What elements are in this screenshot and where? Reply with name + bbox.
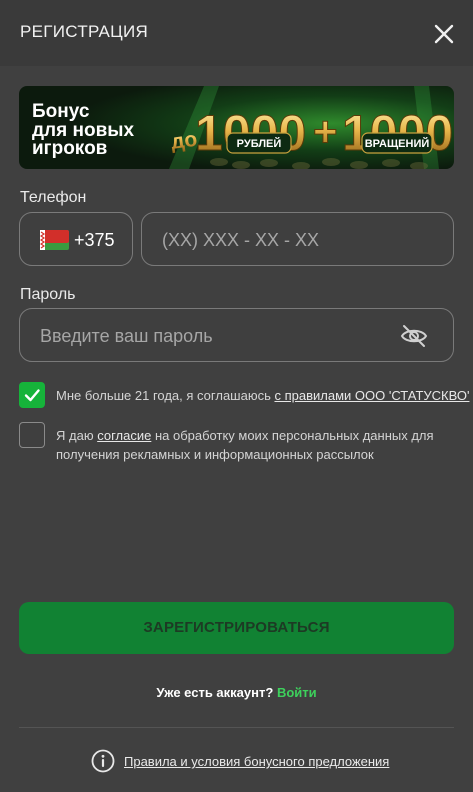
password-input[interactable]: Введите ваш пароль xyxy=(19,308,454,362)
consent-label-start: Я даю xyxy=(56,428,98,443)
banner-plus: + xyxy=(313,108,338,155)
age-agreement-text: Мне больше 21 года, я соглашаюсь с прави… xyxy=(56,386,469,405)
checkmark-icon xyxy=(24,389,40,402)
age-agreement-label: Мне больше 21 года, я соглашаюсь xyxy=(56,388,275,403)
banner-tag-2: ВРАЩЕНИЙ xyxy=(365,137,430,150)
register-button-label: ЗАРЕГИСТРИРОВАТЬСЯ xyxy=(143,619,330,636)
consent-text: Я даю согласие на обработку моих персона… xyxy=(56,426,434,464)
consent-label-end: на обработку моих персональных данных дл… xyxy=(151,428,434,443)
promo-banner-graphic: Бонус для новых игроков до 1000 + 1000 Р… xyxy=(19,86,454,169)
bonus-terms-label: Правила и условия бонусного предложения xyxy=(124,754,390,769)
consent-checkbox[interactable] xyxy=(19,422,45,448)
country-code: +375 xyxy=(74,230,115,250)
banner-line-1: Бонус xyxy=(32,101,90,122)
page-title: РЕГИСТРАЦИЯ xyxy=(20,22,149,41)
promo-banner[interactable]: Бонус для новых игроков до 1000 + 1000 Р… xyxy=(19,86,454,169)
rules-link[interactable]: с правилами ООО 'СТАТУСКВО' xyxy=(274,388,469,403)
eye-hidden-icon[interactable] xyxy=(399,323,429,349)
country-code-selector[interactable]: +375 xyxy=(19,212,133,266)
login-link[interactable]: Войти xyxy=(277,685,317,700)
consent-label-line2: получения рекламных и информационных рас… xyxy=(56,447,374,462)
consent-link[interactable]: согласие xyxy=(97,428,151,443)
password-placeholder: Введите ваш пароль xyxy=(40,326,213,346)
phone-input[interactable]: (XX) XXX - XX - XX xyxy=(141,212,454,266)
register-button[interactable]: ЗАРЕГИСТРИРОВАТЬСЯ xyxy=(19,602,454,654)
banner-line-3: игроков xyxy=(32,138,107,159)
info-icon xyxy=(91,749,115,773)
divider xyxy=(19,727,454,728)
phone-label: Телефон xyxy=(20,189,87,206)
password-label: Пароль xyxy=(20,286,76,303)
login-question: Уже есть аккаунт? xyxy=(156,685,274,700)
phone-placeholder: (XX) XXX - XX - XX xyxy=(162,230,320,250)
belarus-flag-icon xyxy=(40,230,69,250)
banner-tag-1: РУБЛЕЙ xyxy=(237,137,282,150)
header: РЕГИСТРАЦИЯ xyxy=(0,0,473,66)
age-agreement-checkbox[interactable] xyxy=(19,382,45,408)
close-button[interactable] xyxy=(428,18,460,50)
close-icon xyxy=(434,24,454,44)
login-row: Уже есть аккаунт? Войти xyxy=(0,685,473,700)
